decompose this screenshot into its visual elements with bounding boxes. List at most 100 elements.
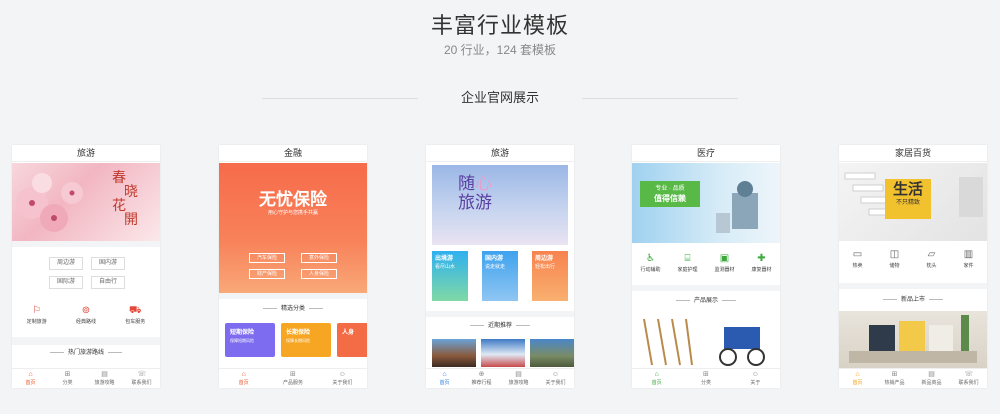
tab-about[interactable]: ☺ 关于我们	[318, 369, 367, 388]
wheelchair-icon: ♿	[646, 253, 655, 264]
map-pin-icon: ⚐	[32, 305, 42, 316]
tab-contact[interactable]: ☏ 联系我们	[123, 369, 160, 388]
bottom-tab-bar: ⌂ 首页 ⊞ 热销产品 ▤ 新品商品 ☏ 联系我们	[839, 368, 987, 388]
template-card-finance[interactable]: 金融 无忧保险 用心守护与您携手共赢 汽车保险 意外保险 财产保险 人身保险 精…	[219, 145, 367, 388]
car-icon: ⛟	[129, 305, 142, 316]
divider-line-right	[582, 98, 738, 99]
banner-image: 随心 旅游	[432, 165, 568, 245]
category-chip[interactable]: 自由行	[91, 276, 125, 289]
category-item[interactable]: ▥ 家件	[951, 249, 987, 269]
banner-calligraphy: 随心 旅游	[458, 174, 492, 213]
furniture-icon: ▥	[963, 249, 974, 260]
phone-title: 家居百货	[839, 145, 987, 162]
section-label: 企业官网展示	[460, 90, 539, 105]
tab-about[interactable]: ☺ 关于	[731, 369, 780, 388]
banner-image: 春 晓 花 開	[12, 163, 160, 241]
banner-image: 生活 不只精致	[839, 163, 987, 241]
tab-home[interactable]: ⌂ 首页	[632, 369, 681, 388]
bottom-tab-bar: ⌂ 首页 ⊞ 分类 ▤ 旅游攻略 ☏ 联系我们	[12, 368, 160, 388]
phone-title: 医疗	[632, 145, 780, 162]
category-item[interactable]: ✚ 康复器材	[744, 253, 780, 273]
bottom-tab-bar: ⌂ 首页 ⊞ 分类 ☺ 关于	[632, 368, 780, 388]
template-card-home-goods[interactable]: 家居百货 生活 不只精致 ▭ 热卖 ◫ 储物 ▱ 枕头 ▥ 家件 新品上市 ⌂ 首页 ⊞ 热…	[839, 145, 987, 388]
category-item[interactable]: ▣ 监测器材	[707, 253, 743, 273]
template-card-travel-2[interactable]: 旅游 随心 旅游 出境游 看尽山水 国内游 说走就走 周边游 轻松出行 近期推荐 ⌂ 首…	[426, 145, 574, 388]
tab-new[interactable]: ▤ 新品商品	[913, 369, 950, 388]
insurance-button[interactable]: 意外保险	[301, 253, 337, 263]
home-icon: ⌂	[28, 371, 33, 378]
home-icon: ⌂	[241, 371, 246, 378]
category-chip[interactable]: 国内游	[91, 257, 125, 270]
grid-icon: ⊞	[290, 371, 296, 378]
user-icon: ☺	[751, 371, 759, 378]
insurance-button[interactable]: 汽车保险	[249, 253, 285, 263]
product-images[interactable]	[632, 315, 780, 367]
tab-home[interactable]: ⌂ 首页	[219, 369, 268, 388]
product-card[interactable]: 长期保险 保障长期风险	[281, 323, 331, 357]
tab-guide[interactable]: ▤ 旅游攻略	[86, 369, 123, 388]
storage-icon: ◫	[889, 249, 900, 260]
template-card-travel-1[interactable]: 旅游 春 晓 花 開 周边游 国内游 国际游 自由行 ⚐ 定制旅游 ⊚ 经典路线 ⛟…	[12, 145, 160, 388]
grid-icon: ⊞	[891, 371, 898, 378]
bottom-tab-bar: ⌂ 首页 ⊕ 推荐行程 ▤ 旅游攻略 ☺ 关于我们	[426, 368, 574, 388]
travel-tile[interactable]: 周边游 轻松出行	[532, 251, 568, 301]
phone-title: 旅游	[12, 145, 160, 162]
product-card[interactable]: 短期保险 保障短期风险	[225, 323, 275, 357]
banner-image: 专业 · 品质 值得信赖	[632, 163, 780, 243]
category-item[interactable]: ▭ 热卖	[840, 249, 876, 269]
travel-tile[interactable]: 国内游 说走就走	[482, 251, 518, 301]
template-card-medical[interactable]: 医疗 专业 · 品质 值得信赖 ♿ 行动辅助 ⌸ 家庭护理 ▣ 监测器材 ✚ 康复器材 产…	[632, 145, 780, 388]
tab-contact[interactable]: ☏ 联系我们	[950, 369, 987, 388]
category-chip[interactable]: 周边游	[49, 257, 83, 270]
recommend-photo[interactable]	[530, 339, 574, 367]
service-item[interactable]: ⚐ 定制旅游	[19, 305, 55, 325]
insurance-button[interactable]: 财产保险	[249, 269, 285, 279]
tab-home[interactable]: ⌂ 首页	[426, 369, 463, 388]
page-title: 丰富行业模板	[430, 13, 569, 38]
pillow-icon: ▱	[927, 249, 936, 260]
service-item[interactable]: ⊚ 经典路线	[68, 305, 104, 325]
user-icon: ☺	[338, 371, 346, 378]
recommend-photo[interactable]	[481, 339, 525, 367]
tab-about[interactable]: ☺ 关于我们	[537, 369, 574, 388]
tab-itinerary[interactable]: ⊕ 推荐行程	[463, 369, 500, 388]
recommend-photo[interactable]	[432, 339, 476, 367]
category-item[interactable]: ▱ 枕头	[914, 249, 950, 269]
tab-category[interactable]: ⊞ 分类	[49, 369, 86, 388]
page-subtitle: 20 行业，124 套模板	[443, 43, 557, 57]
banner-title: 无忧保险	[259, 190, 327, 209]
rehab-icon: ✚	[757, 253, 766, 264]
document-icon: ▤	[515, 371, 522, 378]
tab-guide[interactable]: ▤ 旅游攻略	[500, 369, 537, 388]
section-divider: 企业官网展示	[0, 90, 1000, 106]
tab-hot[interactable]: ⊞ 热销产品	[876, 369, 913, 388]
insurance-button[interactable]: 人身保险	[301, 269, 337, 279]
tab-home[interactable]: ⌂ 首页	[839, 369, 876, 388]
phone-icon: ☏	[964, 371, 974, 378]
service-icon-row: ⚐ 定制旅游 ⊚ 经典路线 ⛟ 包车服务	[12, 305, 160, 325]
service-item[interactable]: ⛟ 包车服务	[117, 305, 153, 325]
phone-title: 金融	[219, 145, 367, 162]
tab-home[interactable]: ⌂ 首页	[12, 369, 49, 388]
category-item[interactable]: ♿ 行动辅助	[633, 253, 669, 273]
travel-tile[interactable]: 出境游 看尽山水	[432, 251, 468, 301]
monitor-icon: ▣	[719, 253, 730, 264]
user-icon: ☺	[551, 371, 560, 378]
section-heading: 新品上市	[839, 294, 987, 306]
category-item[interactable]: ⌸ 家庭护理	[670, 253, 706, 273]
product-card[interactable]: 人身	[337, 323, 367, 357]
category-item[interactable]: ◫ 储物	[877, 249, 913, 269]
banner-char: 開	[124, 212, 138, 228]
category-chip[interactable]: 国际游	[49, 276, 83, 289]
phone-icon: ☏	[137, 371, 147, 378]
home-icon: ⌂	[855, 371, 860, 378]
cushions-illustration	[849, 315, 977, 363]
banner-subtitle: 用心守护与您携手共赢	[267, 210, 318, 216]
category-icon-row: ♿ 行动辅助 ⌸ 家庭护理 ▣ 监测器材 ✚ 康复器材	[632, 253, 780, 273]
section-heading: 近期推荐	[426, 320, 574, 332]
tab-products[interactable]: ⊞ 产品服务	[268, 369, 317, 388]
grid-icon: ⊞	[703, 371, 709, 378]
tab-category[interactable]: ⊞ 分类	[681, 369, 730, 388]
product-photo[interactable]	[839, 311, 987, 368]
divider-line-left	[262, 98, 418, 99]
